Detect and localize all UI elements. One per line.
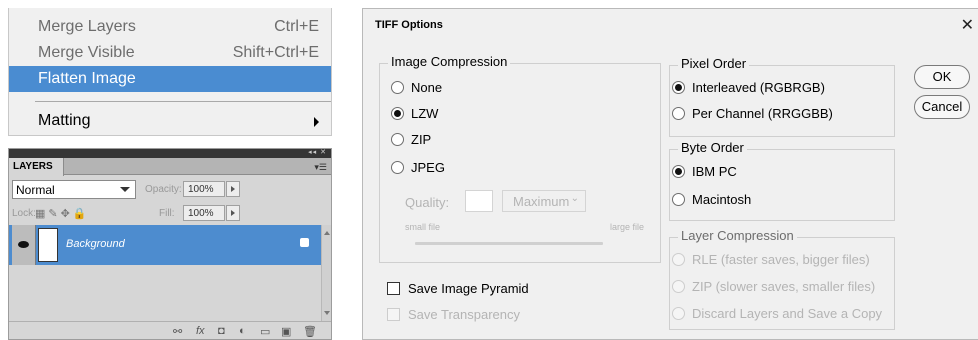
radio-label: Interleaved (RGBRGB) [692,80,825,95]
tiff-options-dialog: TIFF Options ✕ Image Compression None LZ… [362,8,978,340]
new-layer-icon[interactable]: ▣ [281,325,291,338]
panel-tab-bar: LAYERS ▾☰ [9,158,331,176]
layer-name: Background [66,238,125,250]
radio-label: JPEG [411,160,445,175]
chevron-down-icon: ⌄ [570,193,579,204]
radio-dot [672,193,685,206]
menu-item-label: Merge Layers [38,18,136,35]
layers-footer-toolbar: ⚯ fx ◘ ◐ ▭ ▣ 🗑 [9,321,331,339]
radio-dot [672,81,685,94]
byte-order-legend: Byte Order [678,140,747,155]
layer-mask-icon[interactable]: ◘ [218,325,225,337]
adjustment-layer-icon[interactable]: ◐ [239,325,246,337]
opacity-input[interactable]: 100% [183,181,225,197]
fill-slider-toggle[interactable] [226,205,240,221]
checkbox-box [387,282,400,295]
menu-item-label: Matting [38,112,91,129]
opacity-label: Opacity: [145,184,182,195]
lock-icon [300,238,309,247]
quality-input[interactable] [465,190,493,212]
small-file-label: small file [405,222,441,232]
checkbox-label: Save Image Pyramid [408,281,529,296]
radio-label: Macintosh [692,192,752,207]
radio-dot [672,307,685,320]
menu-item-label: Merge Visible [38,44,135,61]
radio-label: Per Channel (RRGGBB) [692,106,833,121]
radio-label: ZIP [411,132,432,147]
layer-list: Background [9,225,331,321]
quality-slider[interactable] [415,242,603,245]
checkbox-label: Save Transparency [408,307,521,322]
scroll-down-icon[interactable] [324,311,330,315]
link-layers-icon[interactable]: ⚯ [173,325,182,338]
radio-dot [391,107,404,120]
lock-options-icons[interactable]: ▦✎✥🔒 [35,207,90,220]
radio-dot [672,280,685,293]
layer-thumbnail [38,228,58,262]
menu-item-merge-visible[interactable]: Merge Visible Shift+Ctrl+E [9,40,331,66]
submenu-arrow-icon [314,117,319,127]
dialog-title: TIFF Options [375,19,443,31]
pixel-order-legend: Pixel Order [678,56,750,71]
quality-preset-value: Maximum [513,194,570,209]
tab-layers[interactable]: LAYERS [9,158,64,176]
panel-collapse-close-icon[interactable]: ◂◂ ✕ [308,148,327,156]
ok-button[interactable]: OK [914,65,970,89]
checkbox-box [387,308,400,321]
cancel-button[interactable]: Cancel [914,95,970,119]
layer-compression-legend: Layer Compression [678,228,797,243]
panel-menu-icon[interactable]: ▾☰ [314,162,327,173]
fill-input[interactable]: 100% [183,205,225,221]
opacity-slider-toggle[interactable] [226,181,240,197]
menu-item-matting[interactable]: Matting [9,108,331,134]
radio-dot [672,107,685,120]
layers-panel: ◂◂ ✕ LAYERS ▾☰ Normal Opacity: 100% Lock… [8,148,332,340]
image-compression-legend: Image Compression [388,54,511,69]
close-icon[interactable]: ✕ [961,15,974,35]
radio-label: Discard Layers and Save a Copy [692,306,883,321]
radio-label: LZW [411,106,439,121]
radio-label: ZIP (slower saves, smaller files) [692,279,876,294]
visibility-eye-icon[interactable] [12,225,36,265]
blend-mode-select[interactable]: Normal [12,180,136,199]
menu-item-shortcut: Shift+Ctrl+E [232,44,319,61]
layer-context-menu: Merge Layers Ctrl+E Merge Visible Shift+… [8,8,332,136]
quality-preset-select[interactable]: Maximum ⌄ [502,190,586,212]
panel-title-strip: ◂◂ ✕ [9,149,331,158]
delete-layer-icon[interactable]: 🗑 [303,325,317,338]
new-group-icon[interactable]: ▭ [260,325,270,338]
radio-label: None [411,80,443,95]
fx-icon[interactable]: fx [196,325,205,337]
chevron-down-icon [120,187,130,192]
large-file-label: large file [610,222,645,232]
menu-separator [35,101,331,102]
radio-label: IBM PC [692,164,737,179]
scroll-up-icon[interactable] [324,231,330,235]
quality-label: Quality: [405,195,450,210]
menu-item-shortcut: Ctrl+E [274,18,319,35]
blend-mode-value: Normal [16,183,55,197]
layer-list-scrollbar[interactable] [321,225,331,321]
radio-label: RLE (faster saves, bigger files) [692,252,870,267]
radio-dot [672,165,685,178]
radio-dot [672,253,685,266]
menu-item-label: Flatten Image [38,70,136,87]
layer-row-background[interactable]: Background [9,225,321,265]
radio-dot [391,161,404,174]
menu-item-merge-layers[interactable]: Merge Layers Ctrl+E [9,14,331,40]
radio-dot [391,81,404,94]
pixel-order-group [669,65,895,137]
radio-dot [391,133,404,146]
fill-label: Fill: [159,208,175,219]
lock-label: Lock: [12,208,36,219]
menu-item-flatten-image[interactable]: Flatten Image [9,66,331,92]
byte-order-group [669,149,895,221]
